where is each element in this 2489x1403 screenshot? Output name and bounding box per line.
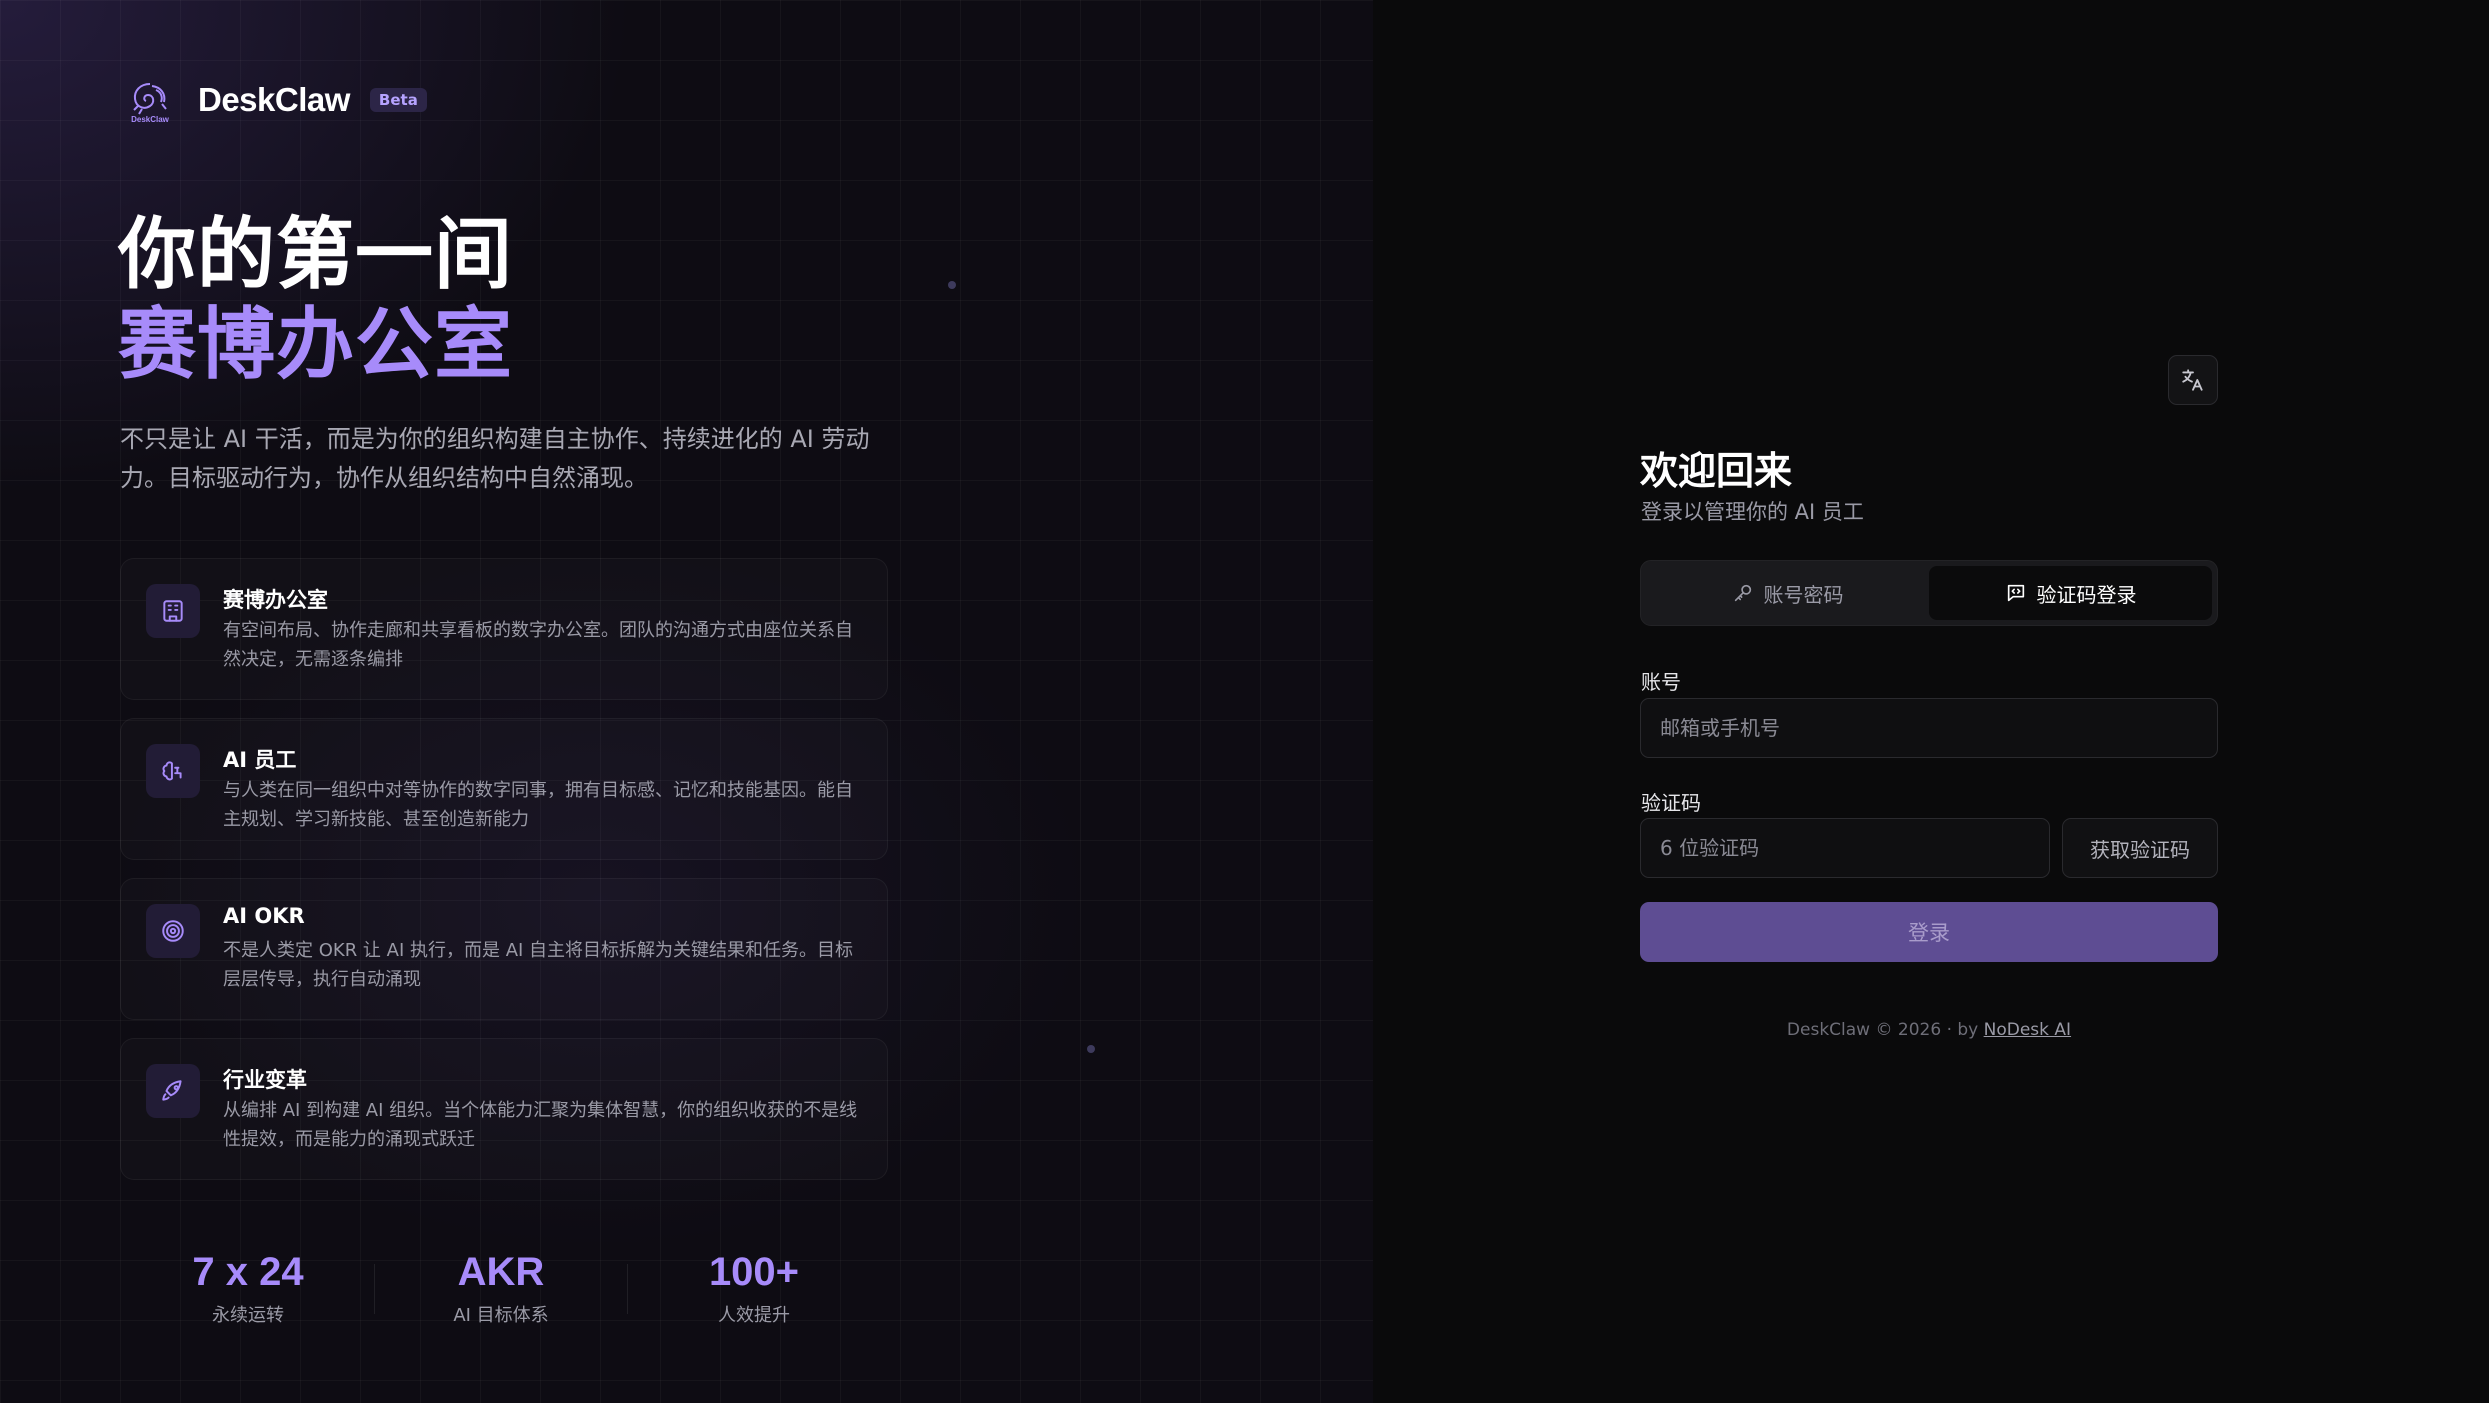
welcome-subtitle: 登录以管理你的 AI 员工 [1641,500,1864,524]
building-icon [146,584,200,638]
hero-line-1: 你的第一间 [118,210,514,300]
feature-description: 从编排 AI 到构建 AI 组织。当个体能力汇聚为集体智慧，你的组织收获的不是线… [223,1100,858,1150]
feature-title: 行业变革 [223,1068,307,1092]
stat-item: 7 x 24 永续运转 [150,1250,346,1327]
login-button[interactable]: 登录 [1640,902,2218,962]
feature-title: 赛博办公室 [223,588,328,612]
feature-title: AI 员工 [223,748,297,772]
stat-divider [627,1263,628,1314]
stat-item: 100+ 人效提升 [656,1250,852,1327]
welcome-title: 欢迎回来 [1640,449,1793,493]
beta-badge: Beta [369,88,427,112]
stat-value: 7 x 24 [192,1250,304,1294]
account-label: 账号 [1641,670,1681,694]
feature-list: 赛博办公室 有空间布局、协作走廊和共享看板的数字办公室。团队的沟通方式由座位关系… [120,558,888,1198]
brain-icon [146,744,200,798]
login-method-tabs: 账号密码 验证码登录 [1640,560,2218,626]
tab-password-login[interactable]: 账号密码 [1646,566,1929,620]
feature-title: AI OKR [223,904,305,928]
key-icon [1734,584,1751,602]
get-code-button[interactable]: 获取验证码 [2062,818,2218,878]
stat-value: AKR [457,1250,545,1294]
feature-card: AI OKR 不是人类定 OKR 让 AI 执行，而是 AI 自主将目标拆解为关… [120,878,888,1020]
brand-name: DeskClaw [198,81,350,118]
deskclaw-logo-icon: DeskClaw [131,83,170,124]
stat-item: AKR AI 目标体系 [403,1250,599,1327]
stat-label: AI 目标体系 [453,1305,549,1326]
tab-label: 账号密码 [1763,582,1844,607]
hero-description: 不只是让 AI 干活，而是为你的组织构建自主协作、持续进化的 AI 劳动力。目标… [120,425,870,492]
rocket-icon [146,1064,200,1118]
account-input[interactable] [1640,698,2218,758]
tab-label: 验证码登录 [2036,582,2137,607]
stats-row: 7 x 24 永续运转 AKR AI 目标体系 100+ 人效提升 [150,1250,852,1327]
verification-code-input[interactable] [1640,818,2050,878]
nodesk-link[interactable]: NoDesk AI [1984,1020,2071,1040]
stat-label: 人效提升 [718,1305,790,1326]
feature-card: AI 员工 与人类在同一组织中对等协作的数字同事，拥有目标感、记忆和技能基因。能… [120,718,888,860]
language-switch-button[interactable] [2168,355,2218,405]
footer-text: DeskClaw © 2026 · by [1786,1020,1984,1040]
feature-description: 与人类在同一组织中对等协作的数字同事，拥有目标感、记忆和技能基因。能自主规划、学… [223,780,853,830]
stat-divider [374,1263,375,1314]
tab-code-login[interactable]: 验证码登录 [1929,566,2212,620]
svg-text:DeskClaw: DeskClaw [131,115,170,124]
code-label: 验证码 [1641,791,1701,815]
marketing-panel: DeskClaw DeskClaw Beta 你的第一间 赛博办公室 不只是让 … [0,0,1373,1403]
hero-headline: 你的第一间 赛博办公室 [118,210,513,390]
target-icon [146,904,200,958]
decor-dot [948,281,956,289]
translate-icon [2182,369,2203,391]
login-page: DeskClaw DeskClaw Beta 你的第一间 赛博办公室 不只是让 … [0,0,2489,1403]
message-code-icon [2007,584,2024,602]
feature-description: 不是人类定 OKR 让 AI 执行，而是 AI 自主将目标拆解为关键结果和任务。… [223,940,854,990]
stat-label: 永续运转 [212,1305,284,1326]
feature-description: 有空间布局、协作走廊和共享看板的数字办公室。团队的沟通方式由座位关系自然决定，无… [223,620,853,670]
stat-value: 100+ [708,1250,800,1294]
feature-card: 赛博办公室 有空间布局、协作走廊和共享看板的数字办公室。团队的沟通方式由座位关系… [120,558,888,700]
hero-line-2: 赛博办公室 [118,300,514,390]
brand: DeskClaw DeskClaw Beta [126,76,427,124]
feature-card: 行业变革 从编排 AI 到构建 AI 组织。当个体能力汇聚为集体智慧，你的组织收… [120,1038,888,1180]
decor-dot [1087,1045,1095,1053]
footer: DeskClaw © 2026 · by NoDesk AI [1640,1020,2218,1040]
